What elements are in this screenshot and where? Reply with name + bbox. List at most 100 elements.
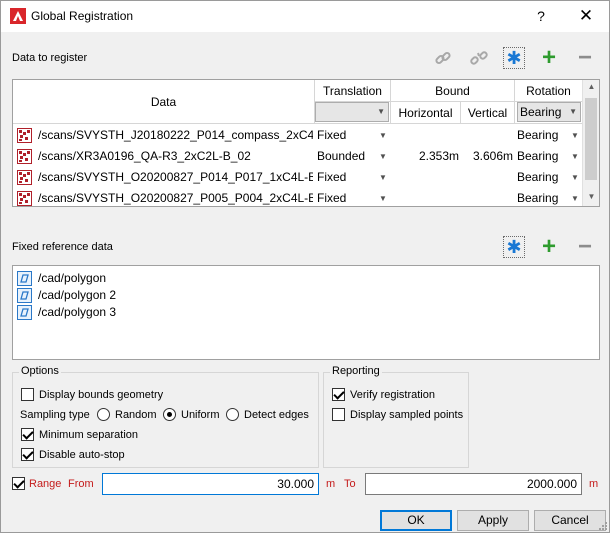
column-header-horizontal[interactable]: Horizontal	[391, 102, 461, 124]
add-icon[interactable]: +	[538, 235, 560, 259]
range-from-unit: m	[326, 478, 336, 490]
apply-button[interactable]: Apply	[457, 510, 529, 531]
chevron-down-icon[interactable]: ▼	[571, 125, 579, 146]
translation-value[interactable]: Fixed	[317, 167, 377, 188]
options-title: Options	[19, 365, 61, 377]
range-to-input[interactable]: 2000.000	[365, 473, 582, 495]
horizontal-value	[393, 125, 459, 146]
scroll-down-icon[interactable]: ▼	[583, 192, 599, 201]
checkbox-box[interactable]	[332, 408, 345, 421]
range-to-label: To	[344, 478, 356, 490]
list-item-label: /cad/polygon 3	[38, 305, 117, 319]
chevron-down-icon[interactable]: ▼	[571, 146, 579, 167]
resize-grip-icon[interactable]	[597, 520, 607, 530]
checkbox-label: Verify registration	[350, 389, 435, 401]
cancel-button[interactable]: Cancel	[534, 510, 606, 531]
chevron-down-icon[interactable]: ▼	[379, 146, 387, 167]
vertical-value	[461, 167, 513, 188]
sampling-type-label: Sampling type	[20, 409, 90, 421]
sampling-uniform-label: Uniform	[181, 409, 220, 421]
column-header-vertical[interactable]: Vertical	[461, 102, 515, 124]
help-button[interactable]: ?	[531, 7, 551, 25]
checkbox-box[interactable]	[21, 388, 34, 401]
reporting-group: Reporting Verify registration Display sa…	[323, 365, 469, 468]
asterisk-icon[interactable]: ✱	[503, 47, 525, 69]
scroll-up-icon[interactable]: ▲	[583, 82, 599, 91]
scan-icon	[17, 191, 32, 206]
sampling-random-radio[interactable]	[97, 408, 110, 421]
column-header-rotation[interactable]: Rotation	[515, 80, 583, 102]
options-group: Options Display bounds geometry Sampling…	[12, 365, 319, 468]
horizontal-value: 2.353m	[418, 149, 459, 163]
list-item-label: /cad/polygon	[38, 271, 107, 285]
close-button[interactable]: ✕	[576, 7, 596, 25]
table-row[interactable]: /scans/SVYSTH_O20200827_P014_P017_1xC4L-…	[13, 167, 583, 188]
data-path: /scans/SVYSTH_O20200827_P005_P004_2xC4L-…	[38, 191, 313, 205]
sampling-type-row: Sampling type Random Uniform Detect edge…	[20, 407, 316, 423]
app-logo-icon	[10, 8, 26, 24]
sampling-random-label: Random	[115, 409, 157, 421]
scan-icon	[17, 149, 32, 164]
sampling-detect-edges-label: Detect edges	[244, 409, 309, 421]
global-registration-dialog: Global Registration ? ✕ Data to register…	[0, 0, 610, 533]
polygon-icon	[17, 305, 32, 320]
checkbox-label: Display sampled points	[350, 409, 464, 421]
vertical-value	[461, 125, 513, 146]
translation-value[interactable]: Fixed	[317, 188, 377, 206]
rotation-value[interactable]: Bearing	[517, 188, 567, 206]
data-table: Data Translation Bound Rotation ▼ Horizo…	[12, 79, 600, 207]
horizontal-value	[393, 167, 459, 188]
link-icon[interactable]	[432, 47, 454, 69]
chevron-down-icon[interactable]: ▼	[379, 167, 387, 188]
list-item-label: /cad/polygon 2	[38, 288, 117, 302]
data-to-register-label: Data to register	[12, 52, 88, 64]
translation-value[interactable]: Fixed	[317, 125, 377, 146]
remove-icon[interactable]: −	[574, 235, 596, 259]
vertical-value: 3.606m	[472, 149, 513, 163]
chevron-down-icon[interactable]: ▼	[571, 188, 579, 206]
chevron-down-icon[interactable]: ▼	[379, 188, 387, 206]
checkbox-box[interactable]	[12, 477, 25, 490]
translation-filter-dropdown[interactable]: ▼	[315, 102, 389, 122]
range-to-unit: m	[589, 478, 599, 490]
asterisk-icon[interactable]: ✱	[503, 236, 525, 258]
chevron-down-icon: ▼	[377, 107, 385, 116]
ok-button[interactable]: OK	[380, 510, 452, 531]
checkbox-label: Minimum separation	[39, 429, 139, 441]
table-row[interactable]: /scans/SVYSTH_J20180222_P014_compass_2xC…	[13, 125, 583, 146]
rotation-value[interactable]: Bearing	[517, 125, 567, 146]
rotation-filter-value: Bearing	[520, 105, 562, 119]
scan-icon	[17, 128, 32, 143]
chevron-down-icon[interactable]: ▼	[571, 167, 579, 188]
chevron-down-icon[interactable]: ▼	[379, 125, 387, 146]
column-header-bound: Bound	[391, 80, 515, 102]
horizontal-value	[393, 188, 459, 206]
add-icon[interactable]: +	[538, 46, 560, 70]
unlink-icon[interactable]	[468, 47, 490, 69]
remove-icon[interactable]: −	[574, 46, 596, 70]
range-from-label: From	[68, 478, 94, 490]
rotation-filter-cell: Bearing ▼	[515, 102, 583, 124]
rotation-value[interactable]: Bearing	[517, 146, 567, 167]
translation-value[interactable]: Bounded	[317, 146, 377, 167]
checkbox-box[interactable]	[21, 428, 34, 441]
fixed-reference-label: Fixed reference data	[12, 241, 113, 253]
sampling-detect-edges-radio[interactable]	[226, 408, 239, 421]
data-path: /scans/SVYSTH_O20200827_P014_P017_1xC4L-…	[38, 170, 313, 184]
data-path: /scans/XR3A0196_QA-R3_2xC2L-B_02	[38, 149, 251, 163]
column-header-translation[interactable]: Translation	[315, 80, 391, 102]
rotation-value[interactable]: Bearing	[517, 167, 567, 188]
column-header-data[interactable]: Data	[13, 80, 315, 124]
scrollbar-thumb[interactable]	[585, 98, 597, 180]
checkbox-box[interactable]	[21, 448, 34, 461]
vertical-value	[461, 188, 513, 206]
range-label: Range	[29, 478, 62, 490]
table-row[interactable]: /scans/XR3A0196_QA-R3_2xC2L-B_02 Bounded…	[13, 146, 583, 167]
title-bar: Global Registration ? ✕	[1, 1, 609, 32]
rotation-filter-dropdown[interactable]: Bearing ▼	[517, 102, 581, 122]
table-row[interactable]: /scans/SVYSTH_O20200827_P005_P004_2xC4L-…	[13, 188, 583, 206]
range-from-input[interactable]: 30.000	[102, 473, 319, 495]
checkbox-box[interactable]	[332, 388, 345, 401]
table-scrollbar[interactable]: ▲ ▼	[582, 80, 599, 206]
sampling-uniform-radio[interactable]	[163, 408, 176, 421]
